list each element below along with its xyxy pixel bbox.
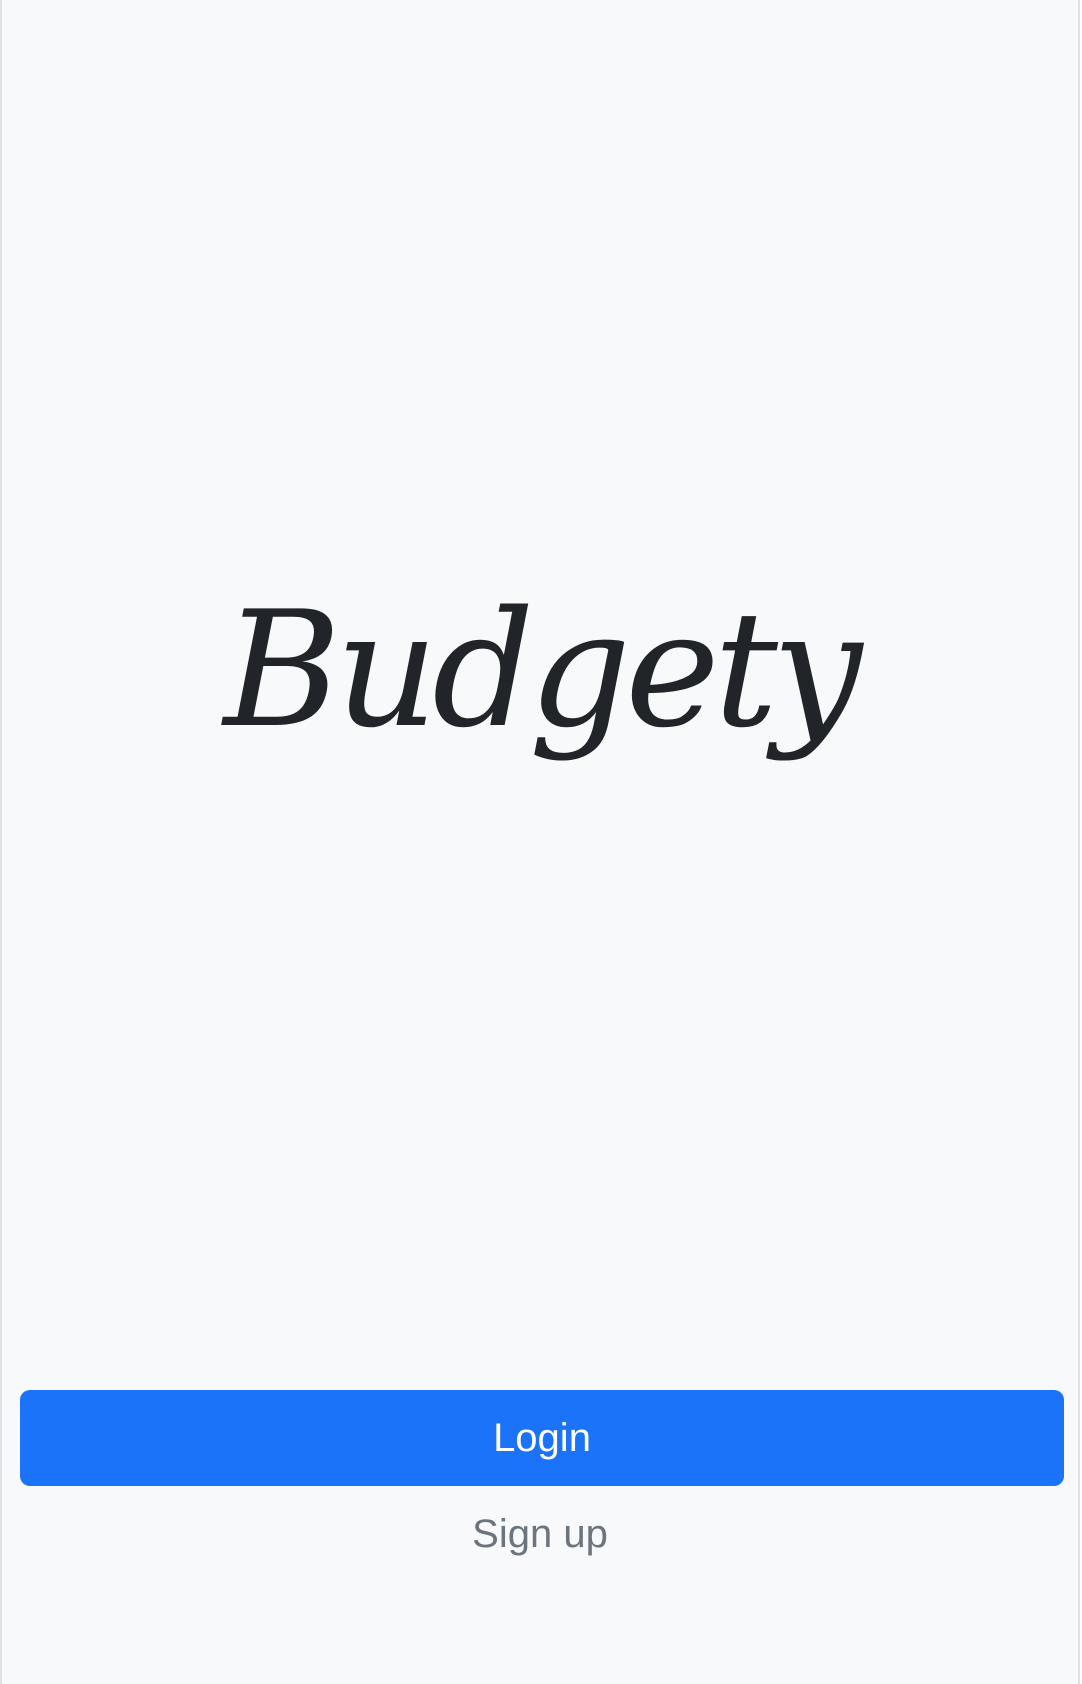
- login-button[interactable]: Login: [20, 1390, 1064, 1486]
- app-screen: Budgety Login Sign up: [0, 0, 1080, 1684]
- app-logo: Budgety: [223, 576, 863, 763]
- signup-link[interactable]: Sign up: [2, 1512, 1078, 1557]
